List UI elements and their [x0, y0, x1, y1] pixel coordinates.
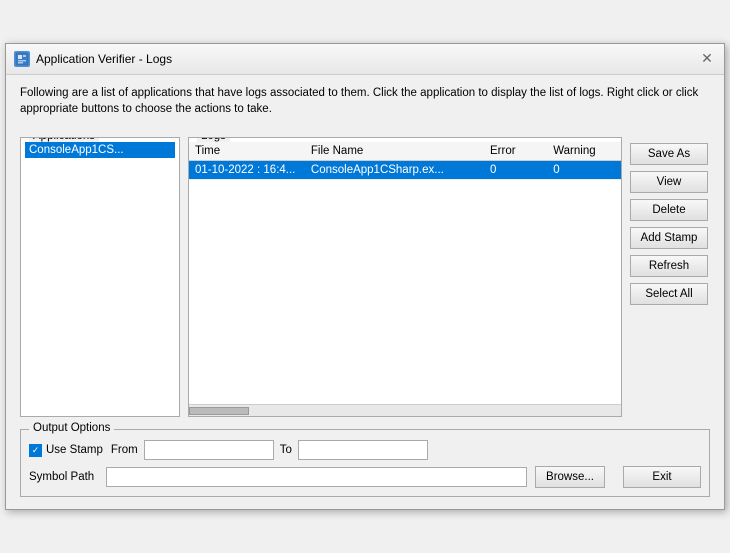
col-error: Error	[484, 142, 547, 161]
action-buttons-panel: Save As View Delete Add Stamp Refresh Se…	[630, 127, 710, 305]
output-options-section: Output Options Use Stamp From To Symbol …	[20, 429, 710, 497]
delete-button[interactable]: Delete	[630, 199, 708, 221]
log-error: 0	[484, 161, 547, 180]
app-item[interactable]: ConsoleApp1CS...	[25, 142, 175, 158]
use-stamp-label: Use Stamp	[46, 444, 103, 456]
app-icon	[14, 51, 30, 67]
applications-group: Applications ConsoleApp1CS...	[20, 137, 180, 417]
output-row-2: Symbol Path Browse... Exit	[29, 466, 701, 488]
applications-panel: Applications ConsoleApp1CS...	[20, 127, 180, 417]
log-row[interactable]: 01-10-2022 : 16:4... ConsoleApp1CSharp.e…	[189, 161, 621, 180]
browse-button[interactable]: Browse...	[535, 466, 605, 488]
from-input[interactable]	[144, 440, 274, 460]
exit-button[interactable]: Exit	[623, 466, 701, 488]
col-time: Time	[189, 142, 305, 161]
from-label: From	[111, 444, 138, 456]
main-window: Application Verifier - Logs ✕ Following …	[5, 43, 725, 510]
logs-panel: Logs Time File Name Error Warning	[188, 127, 622, 417]
symbol-path-input[interactable]	[106, 467, 527, 487]
save-as-button[interactable]: Save As	[630, 143, 708, 165]
log-warning: 0	[547, 161, 621, 180]
refresh-button[interactable]: Refresh	[630, 255, 708, 277]
to-label: To	[280, 444, 292, 456]
add-stamp-button[interactable]: Add Stamp	[630, 227, 708, 249]
logs-group: Logs Time File Name Error Warning	[188, 137, 622, 417]
col-warning: Warning	[547, 142, 621, 161]
content-area: Following are a list of applications tha…	[6, 75, 724, 509]
view-button[interactable]: View	[630, 171, 708, 193]
col-filename: File Name	[305, 142, 484, 161]
main-area: Applications ConsoleApp1CS... Logs Time …	[20, 127, 710, 417]
symbol-path-label: Symbol Path	[29, 471, 94, 483]
scrollbar-track	[189, 407, 621, 415]
log-time: 01-10-2022 : 16:4...	[189, 161, 305, 180]
scrollbar-thumb[interactable]	[189, 407, 249, 415]
horizontal-scrollbar[interactable]	[189, 404, 621, 416]
use-stamp-wrap: Use Stamp	[29, 444, 103, 457]
logs-table: Time File Name Error Warning 01-10-2022 …	[189, 142, 621, 180]
title-bar-left: Application Verifier - Logs	[14, 51, 172, 67]
from-to-group: From To	[111, 440, 701, 460]
to-input[interactable]	[298, 440, 428, 460]
logs-label: Logs	[197, 137, 230, 142]
close-button[interactable]: ✕	[698, 50, 716, 68]
output-row-1: Use Stamp From To	[29, 440, 701, 460]
window-title: Application Verifier - Logs	[36, 52, 172, 66]
use-stamp-checkbox[interactable]	[29, 444, 42, 457]
title-bar: Application Verifier - Logs ✕	[6, 44, 724, 75]
select-all-button[interactable]: Select All	[630, 283, 708, 305]
description-text: Following are a list of applications tha…	[20, 85, 710, 117]
applications-label: Applications	[29, 137, 99, 142]
output-options-label: Output Options	[29, 422, 114, 434]
log-filename: ConsoleApp1CSharp.ex...	[305, 161, 484, 180]
